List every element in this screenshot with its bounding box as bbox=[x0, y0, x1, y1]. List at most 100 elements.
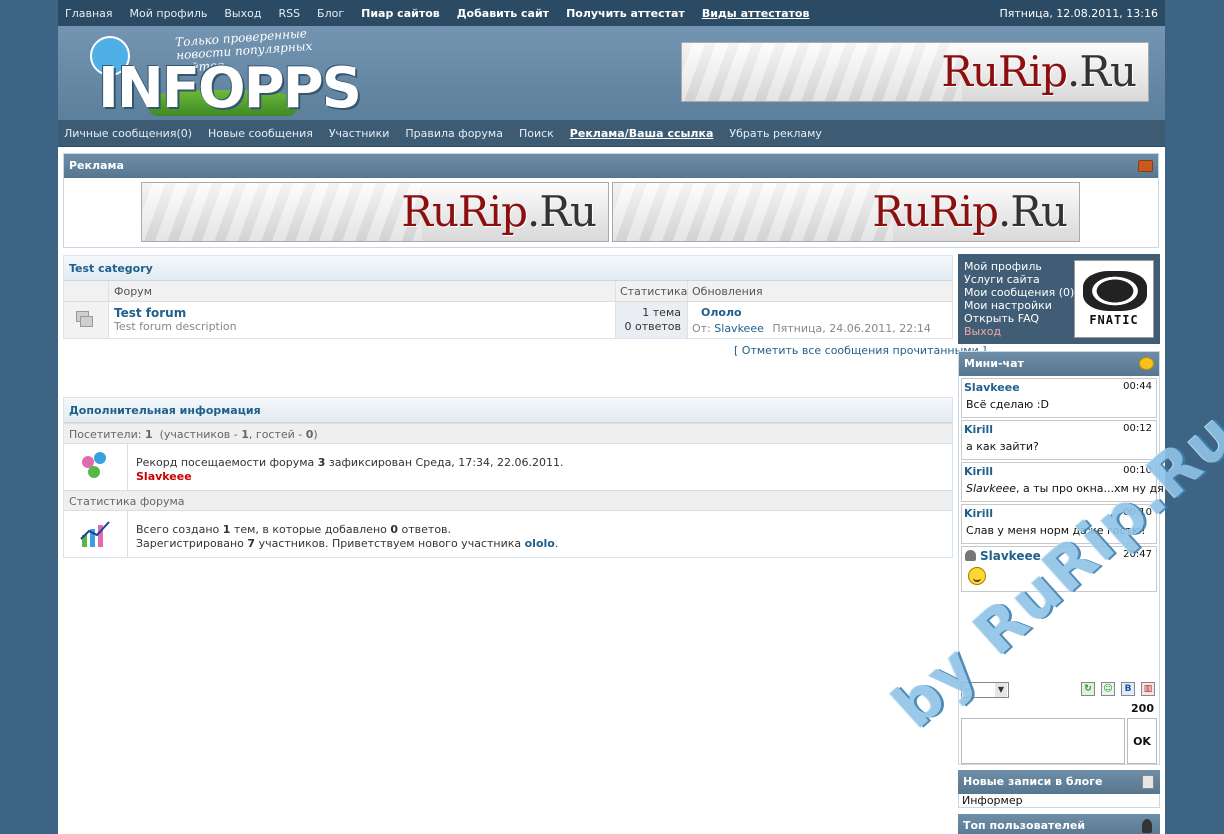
chat-send-button[interactable]: OK bbox=[1127, 718, 1157, 764]
chat-message-input[interactable] bbox=[961, 718, 1125, 764]
table-header: Форум Статистика Обновления bbox=[64, 281, 952, 302]
banner-text: RuRip bbox=[941, 47, 1068, 96]
blog-informer: Информер bbox=[958, 794, 1160, 808]
refresh-icon[interactable]: ↻ bbox=[1081, 682, 1095, 696]
site-logo[interactable]: Только проверенные новости популярных са… bbox=[68, 26, 362, 121]
record-text: Рекорд посещаемости форума 3 зафиксирова… bbox=[128, 444, 563, 490]
chat-quote: Slavkeee bbox=[966, 482, 1016, 495]
visitors-members: 1 bbox=[241, 428, 249, 441]
ad-block: Реклама RuRip.Ru RuRip.Ru bbox=[63, 153, 1159, 248]
visitors-total: 1 bbox=[144, 428, 153, 441]
users-icon bbox=[80, 452, 112, 480]
nav-forum-rules[interactable]: Правила форума bbox=[405, 127, 503, 140]
page: Главная Мой профиль Выход RSS Блог Пиар … bbox=[58, 0, 1165, 834]
forum-navbar: Личные сообщения(0) Новые сообщения Учас… bbox=[58, 120, 1165, 147]
bold-button[interactable]: B bbox=[1121, 682, 1135, 696]
record-row: Рекорд посещаемости форума 3 зафиксирова… bbox=[64, 444, 952, 490]
archive-icon[interactable]: ▥ bbox=[1141, 682, 1155, 696]
blog-header: Новые записи в блоге bbox=[958, 770, 1160, 794]
chat-text: а как зайти? bbox=[966, 440, 1039, 453]
forum-info-cell: Test forum Test forum description bbox=[109, 302, 616, 338]
chart-icon bbox=[80, 521, 110, 547]
last-post-link[interactable]: Ололо bbox=[701, 306, 742, 319]
stats-row: Всего создано 1 тем, в которые добавлено… bbox=[64, 511, 952, 557]
ad-banner-2[interactable]: RuRip.Ru bbox=[612, 182, 1080, 242]
chat-text-container: Slavkeee, а ты про окна...хм ну дя bbox=[966, 482, 1164, 495]
nav-certificate-types[interactable]: Виды аттестатов bbox=[702, 7, 810, 20]
stats-l2-pre: Зарегистрировано bbox=[136, 537, 244, 550]
nav-my-profile[interactable]: Мой профиль bbox=[130, 7, 208, 20]
top-users-header: Топ пользователей bbox=[958, 814, 1160, 834]
person-icon bbox=[965, 550, 976, 561]
chat-text: Всё сделаю :D bbox=[966, 398, 1049, 411]
icon-column-header bbox=[64, 281, 109, 301]
mark-all-read-link[interactable]: [ Отметить все сообщения прочитанными ] bbox=[734, 344, 987, 357]
topic-count: 1 тема bbox=[642, 306, 681, 319]
visitors-guests-label: , гостей - bbox=[248, 428, 303, 441]
forum-category-table: Test category Форум Статистика Обновлени… bbox=[63, 255, 953, 339]
chat-text: Слав у меня норм даже гостю! bbox=[966, 524, 1146, 537]
chat-text: , а ты про окна...хм ну дя bbox=[1015, 482, 1164, 495]
chat-message: Kirill 00:10 Слав у меня норм даже гостю… bbox=[961, 504, 1157, 544]
nav-logout[interactable]: Выход bbox=[224, 7, 261, 20]
from-label: От: bbox=[692, 322, 711, 335]
stats-text: Всего создано 1 тем, в которые добавлено… bbox=[128, 511, 558, 557]
last-post-date: Пятница, 24.06.2011, 22:14 bbox=[772, 322, 931, 335]
char-counter: 200 bbox=[1131, 702, 1154, 715]
chat-user[interactable]: Slavkeee bbox=[964, 381, 1020, 394]
record-user[interactable]: Slavkeee bbox=[136, 470, 192, 483]
forum-stats-cell: 1 тема 0 ответов bbox=[616, 302, 688, 338]
updates-column-header: Обновления bbox=[692, 285, 763, 298]
newest-user-link[interactable]: ololo bbox=[525, 537, 555, 550]
table-row: Test forum Test forum description 1 тема… bbox=[64, 302, 952, 338]
chat-message: Kirill 00:10 Slavkeee, а ты про окна...х… bbox=[961, 462, 1164, 502]
user-icon bbox=[1142, 819, 1152, 833]
chat-user[interactable]: Kirill bbox=[964, 507, 993, 520]
stats-users: 7 bbox=[247, 537, 256, 550]
forum-last-post-cell: Ололо От: Slavkeee Пятница, 24.06.2011, … bbox=[688, 302, 952, 338]
wallet-icon[interactable] bbox=[1138, 160, 1153, 172]
nav-rss[interactable]: RSS bbox=[278, 7, 300, 20]
nav-add-site[interactable]: Добавить сайт bbox=[457, 7, 549, 20]
chat-time: 00:12 bbox=[1123, 423, 1152, 434]
smiley-icon bbox=[968, 567, 986, 585]
forum-read-icon bbox=[76, 311, 94, 329]
banner-domain: .Ru bbox=[1066, 47, 1137, 96]
chat-user[interactable]: Kirill bbox=[964, 465, 993, 478]
banner-text: RuRip bbox=[872, 187, 999, 236]
visitors-members-label: (участников - bbox=[159, 428, 238, 441]
nav-private-messages[interactable]: Личные сообщения(0) bbox=[64, 127, 192, 140]
nav-get-certificate[interactable]: Получить аттестат bbox=[566, 7, 685, 20]
info-title: Дополнительная информация bbox=[64, 398, 952, 423]
smiles-icon[interactable]: ☺ bbox=[1101, 682, 1115, 696]
record-icon-cell bbox=[64, 444, 128, 490]
chat-message: Slavkeee 00:44 Всё сделаю :D bbox=[961, 378, 1157, 418]
header-banner[interactable]: RuRip.Ru bbox=[681, 42, 1149, 102]
mini-chat: Мини-чат Slavkeee 00:44 Всё сделаю :D Ki… bbox=[958, 351, 1164, 765]
forum-link[interactable]: Test forum bbox=[114, 306, 615, 320]
nav-search[interactable]: Поиск bbox=[519, 127, 554, 140]
nav-members[interactable]: Участники bbox=[329, 127, 390, 140]
nav-advertising[interactable]: Реклама/Ваша ссылка bbox=[570, 127, 714, 140]
chat-time: 00:10 bbox=[1123, 507, 1152, 518]
nav-new-messages[interactable]: Новые сообщения bbox=[208, 127, 313, 140]
ad-block-header: Реклама bbox=[64, 154, 1158, 178]
nav-home[interactable]: Главная bbox=[65, 7, 113, 20]
chat-user[interactable]: Kirill bbox=[964, 423, 993, 436]
record-post: зафиксирован Среда, 17:34, 22.06.2011. bbox=[328, 456, 564, 469]
forum-status-cell bbox=[64, 302, 109, 338]
record-pre: Рекорд посещаемости форума bbox=[136, 456, 315, 469]
top-navbar: Главная Мой профиль Выход RSS Блог Пиар … bbox=[58, 0, 1165, 26]
last-post-author[interactable]: Slavkeee bbox=[714, 322, 764, 335]
nav-blog[interactable]: Блог bbox=[317, 7, 344, 20]
chat-user[interactable]: Slavkeee bbox=[980, 549, 1041, 563]
avatar[interactable]: FNATIC bbox=[1074, 260, 1154, 338]
nav-remove-ads[interactable]: Убрать рекламу bbox=[729, 127, 822, 140]
ad-banner-1[interactable]: RuRip.Ru bbox=[141, 182, 609, 242]
visitors-line: Посетители: 1 (участников - 1, гостей - … bbox=[64, 423, 952, 444]
nav-site-promo[interactable]: Пиар сайтов bbox=[361, 7, 440, 20]
stats-subheader: Статистика форума bbox=[64, 490, 952, 511]
category-title[interactable]: Test category bbox=[64, 256, 952, 281]
chat-select[interactable]: -- bbox=[961, 682, 1009, 698]
user-panel: Мой профиль Услуги сайта Мои сообщения (… bbox=[958, 254, 1160, 344]
